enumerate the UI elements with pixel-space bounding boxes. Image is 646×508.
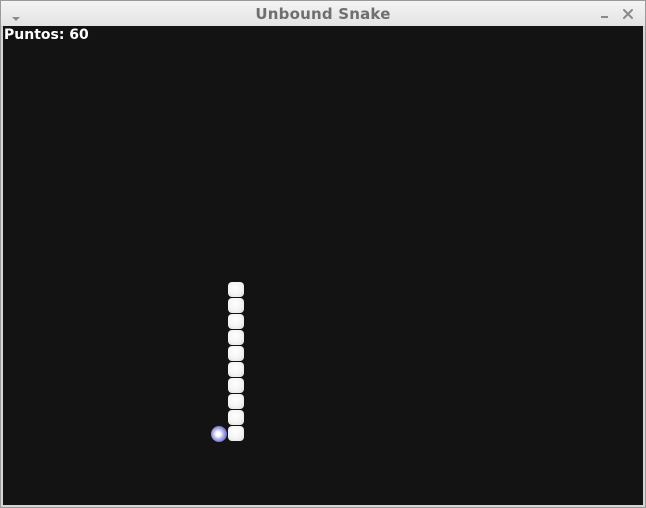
minimize-button[interactable] [596, 6, 612, 22]
snake-segment [228, 314, 244, 329]
snake-segment [228, 330, 244, 345]
food-orb [211, 426, 227, 442]
snake-segment [228, 346, 244, 361]
snake-segment [228, 394, 244, 409]
minimize-icon [601, 16, 608, 18]
game-canvas[interactable]: Puntos: 60 [3, 26, 643, 505]
close-icon [623, 9, 633, 19]
snake-segment [228, 378, 244, 393]
snake-segment [228, 298, 244, 313]
title-bar[interactable]: Unbound Snake [1, 1, 645, 27]
window-title: Unbound Snake [255, 5, 391, 23]
snake-segment [228, 410, 244, 425]
snake-segment [228, 282, 244, 297]
app-window: Unbound Snake Puntos: 60 [0, 0, 646, 508]
snake-head [228, 426, 244, 441]
close-button[interactable] [620, 6, 636, 22]
snake-segment [228, 362, 244, 377]
score-label: Puntos: 60 [4, 27, 89, 43]
